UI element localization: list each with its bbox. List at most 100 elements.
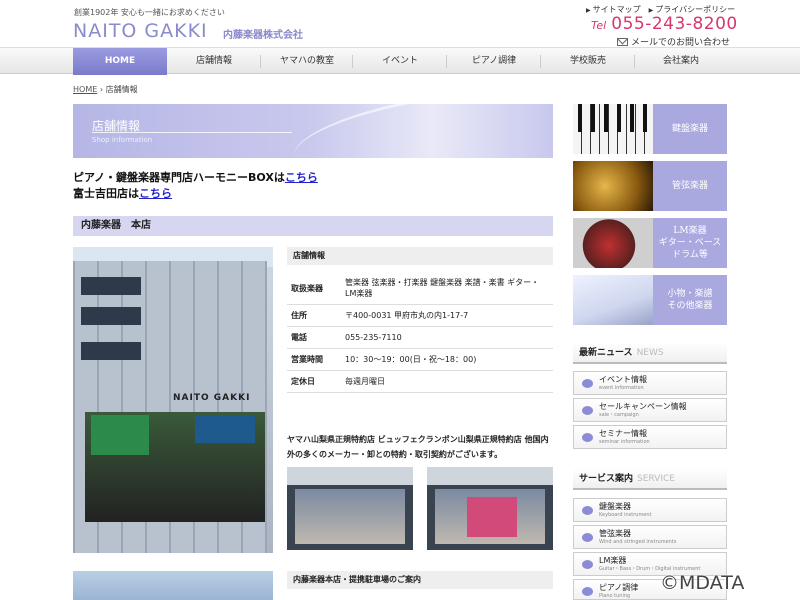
photo-ceiling — [427, 467, 553, 485]
company-name: 内藤楽器株式会社 — [223, 30, 303, 41]
service-label: 鍵盤楽器 — [599, 502, 631, 511]
service-keyboard[interactable]: 鍵盤楽器 Keyboard instrument — [573, 498, 727, 522]
main-nav: HOME 店舗情報 ヤマハの教室 イベント ピアノ調律 学校販売 会社案内 — [0, 47, 800, 75]
info-key: 住所 — [287, 304, 341, 327]
envelope-icon — [617, 38, 628, 46]
store-info-table: 取扱楽器 管楽器 弦楽器・打楽器 鍵盤楽器 楽譜・楽書 ギター・LM楽器 住所 〒4… — [287, 272, 553, 393]
tel-label: Tel — [591, 19, 607, 32]
news-sale[interactable]: セールキャンペーン情報 sale・campaign — [573, 398, 727, 422]
service-sublabel: Keyboard instrument — [599, 512, 652, 518]
table-row: 営業時間 10：30～19：00(日・祝～18：00) — [287, 348, 553, 371]
tel-number: 055-243-8200 — [611, 14, 738, 34]
service-label: LM楽器 — [599, 556, 627, 565]
bullet-icon — [582, 433, 593, 442]
store-description: ヤマハ山梨県正規特約店 ビュッフェクランポン山梨県正規特約店 他国内外の多くのメ… — [287, 435, 549, 459]
info-key: 電話 — [287, 326, 341, 349]
news-title-text: 最新ニュース — [579, 348, 633, 358]
saxophone-icon — [573, 161, 653, 211]
info-value: 〒400-0031 甲府市丸の内1-17-7 — [341, 304, 553, 327]
store-building-photo: NAITO GAKKI — [73, 247, 273, 553]
bullet-icon — [582, 533, 593, 542]
arrow-icon: ▶ — [648, 7, 654, 14]
info-value: 10：30～19：00(日・祝～18：00) — [341, 348, 553, 371]
news-sublabel: sale・campaign — [599, 412, 639, 418]
service-sublabel: Wind and stringed instruments — [599, 539, 677, 545]
category-accessories[interactable]: 小物・楽譜 その他楽器 — [573, 275, 727, 325]
service-title-en: SERVICE — [637, 474, 675, 484]
info-value: 毎週月曜日 — [341, 370, 553, 393]
info-value: 055-235-7110 — [341, 326, 553, 349]
intro-text: 富士吉田店は — [73, 187, 139, 200]
bullet-icon — [582, 560, 593, 569]
sitemap-label: サイトマップ — [592, 5, 641, 14]
info-value: 管楽器 弦楽器・打楽器 鍵盤楽器 楽譜・楽書 ギター・LM楽器 — [341, 272, 553, 305]
intro-line-harmony: ピアノ・鍵盤楽器専門店ハーモニーBOXはこちら — [73, 170, 318, 186]
photo-sign — [195, 415, 255, 443]
table-row: 取扱楽器 管楽器 弦楽器・打楽器 鍵盤楽器 楽譜・楽書 ギター・LM楽器 — [287, 272, 553, 305]
nav-events[interactable]: イベント — [353, 48, 447, 75]
section-title: 内藤楽器 本店 — [73, 216, 553, 236]
news-title: 最新ニュース NEWS — [573, 342, 727, 364]
flute-icon — [573, 275, 653, 325]
building-photo-2 — [73, 571, 273, 600]
category-label: 管弦楽器 — [653, 161, 727, 211]
news-label: セミナー情報 — [599, 429, 647, 438]
intro-links: ピアノ・鍵盤楽器専門店ハーモニーBOXはこちら 富士吉田店はこちら — [73, 170, 318, 202]
banner-rule — [92, 132, 292, 133]
info-key: 取扱楽器 — [287, 272, 341, 305]
breadcrumb-home[interactable]: HOME — [73, 85, 97, 94]
nav-piano-tuning[interactable]: ピアノ調律 — [447, 48, 541, 75]
privacy-label: プライバシーポリシー — [655, 5, 736, 14]
site-header: 創業1902年 安心も一緒にお求めください NAITO GAKKI 内藤楽器株式… — [0, 0, 800, 48]
service-sublabel: Piano tuning — [599, 593, 631, 599]
info-key: 営業時間 — [287, 348, 341, 371]
tagline: 創業1902年 安心も一緒にお求めください — [74, 8, 225, 17]
photo-display — [467, 497, 517, 537]
service-wind-string[interactable]: 管弦楽器 Wind and stringed instruments — [573, 525, 727, 549]
store-interior-photo — [287, 467, 413, 550]
news-seminar[interactable]: セミナー情報 seminar information — [573, 425, 727, 449]
parking-map-heading: 内藤楽器本店・提携駐車場のご案内 — [287, 571, 553, 589]
page-banner: 店舗情報 Shop information — [73, 104, 553, 158]
page-subtitle: Shop information — [92, 136, 153, 144]
table-row: 住所 〒400-0031 甲府市丸の内1-17-7 — [287, 304, 553, 327]
category-lm[interactable]: LM楽器 ギター・ベース ドラム等 — [573, 218, 727, 268]
bullet-icon — [582, 587, 593, 596]
news-sublabel: seminar information — [599, 439, 650, 445]
news-event[interactable]: イベント情報 event information — [573, 371, 727, 395]
phone-number: Tel 055-243-8200 — [591, 14, 738, 34]
photo-window — [81, 342, 141, 360]
bullet-icon — [582, 506, 593, 515]
banner-swoosh — [288, 104, 553, 158]
news-label: セールキャンペーン情報 — [599, 402, 687, 411]
category-wind-string[interactable]: 管弦楽器 — [573, 161, 727, 211]
nav-store-info[interactable]: 店舗情報 — [167, 48, 261, 75]
photo-ceiling — [287, 467, 413, 485]
intro-text: ピアノ・鍵盤楽器専門店ハーモニーBOXは — [73, 171, 285, 184]
service-title: サービス案内 SERVICE — [573, 468, 727, 490]
nav-school-sales[interactable]: 学校販売 — [541, 48, 635, 75]
nav-home[interactable]: HOME — [73, 48, 167, 75]
category-label: LM楽器 ギター・ベース ドラム等 — [653, 218, 727, 268]
info-key: 定休日 — [287, 370, 341, 393]
service-title-text: サービス案内 — [579, 474, 634, 484]
intro-line-fujiyoshida: 富士吉田店はこちら — [73, 186, 318, 202]
breadcrumb: HOME › 店舗情報 — [73, 84, 138, 95]
category-keyboard[interactable]: 鍵盤楽器 — [573, 104, 727, 154]
news-label: イベント情報 — [599, 375, 647, 384]
guitar-icon — [573, 218, 653, 268]
store-entrance-photo — [427, 467, 553, 550]
harmony-box-link[interactable]: こちら — [285, 171, 318, 184]
category-label: 小物・楽譜 その他楽器 — [653, 275, 727, 325]
info-heading: 店舗情報 — [287, 247, 553, 265]
building-logo: NAITO GAKKI — [173, 393, 251, 403]
nav-yamaha-school[interactable]: ヤマハの教室 — [261, 48, 353, 75]
category-label: 鍵盤楽器 — [653, 104, 727, 154]
site-logo[interactable]: NAITO GAKKI — [73, 20, 208, 42]
nav-company-info[interactable]: 会社案内 — [635, 48, 727, 75]
arrow-icon: ▶ — [586, 7, 591, 14]
photo-interior — [295, 489, 405, 544]
service-label: 管弦楽器 — [599, 529, 631, 538]
table-row: 電話 055-235-7110 — [287, 326, 553, 349]
fujiyoshida-link[interactable]: こちら — [139, 187, 172, 200]
